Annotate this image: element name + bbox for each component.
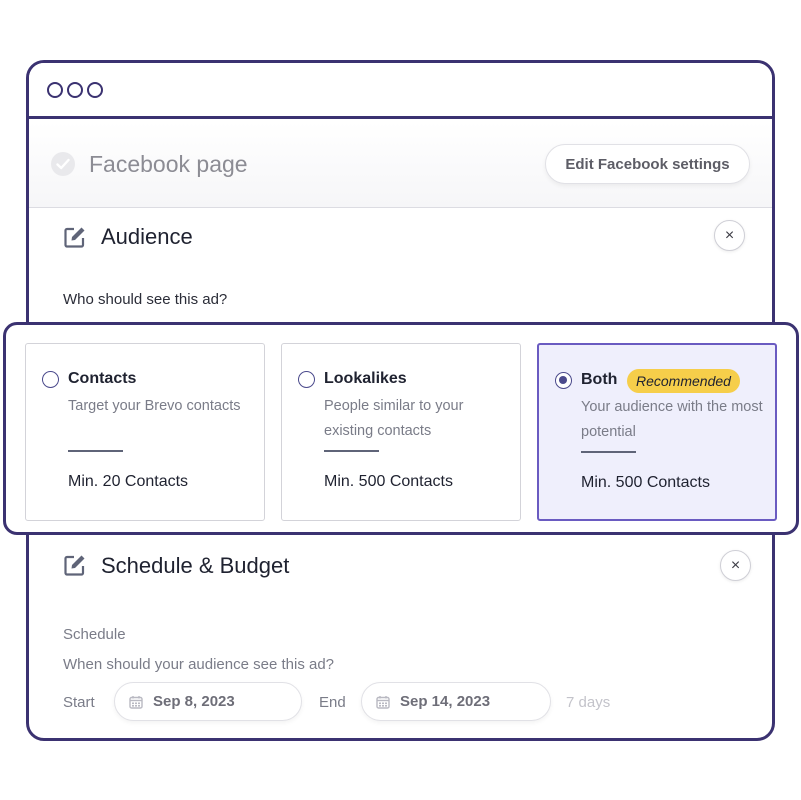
start-label: Start [63, 694, 95, 711]
audience-question: Who should see this ad? [63, 291, 228, 308]
end-label: End [319, 694, 346, 711]
audience-option-contacts[interactable]: Contacts Target your Brevo contacts Min.… [25, 343, 265, 521]
edit-icon [63, 553, 87, 577]
divider [68, 450, 123, 452]
schedule-budget-title: Schedule & Budget [101, 553, 290, 578]
start-date-field[interactable]: Sep 8, 2023 [114, 682, 302, 721]
radio-button[interactable] [298, 371, 315, 388]
recommended-badge: Recommended [627, 369, 740, 393]
audience-option-both[interactable]: Both Recommended Your audience with the … [537, 343, 777, 521]
facebook-page-row: Facebook page Edit Facebook settings [29, 122, 772, 208]
audience-options: Contacts Target your Brevo contacts Min.… [3, 322, 799, 535]
schedule-close-button[interactable]: × [720, 550, 751, 581]
edit-facebook-settings-button[interactable]: Edit Facebook settings [545, 144, 750, 184]
calendar-icon [129, 695, 143, 714]
radio-button-selected[interactable] [555, 372, 572, 389]
option-minimum: Min. 20 Contacts [68, 473, 189, 490]
window-titlebar [29, 63, 772, 119]
option-description: People similar to your existing contacts [324, 398, 464, 439]
window-control-icon[interactable] [67, 82, 83, 98]
calendar-icon [376, 695, 390, 714]
facebook-page-title: Facebook page [89, 151, 248, 177]
window-control-icon[interactable] [47, 82, 63, 98]
radio-button[interactable] [42, 371, 59, 388]
audience-title: Audience [101, 224, 193, 249]
option-minimum: Min. 500 Contacts [581, 474, 710, 491]
close-icon: × [730, 556, 741, 574]
option-description: Target your Brevo contacts [68, 398, 241, 414]
audience-close-button[interactable]: × [714, 220, 745, 251]
end-date-field[interactable]: Sep 14, 2023 [361, 682, 551, 721]
option-minimum: Min. 500 Contacts [324, 473, 453, 490]
option-description: Your audience with the most potential [581, 399, 763, 440]
schedule-label: Schedule [63, 626, 126, 643]
check-icon [51, 152, 75, 176]
close-icon: × [724, 226, 735, 244]
window-control-icon[interactable] [87, 82, 103, 98]
duration-text: 7 days [566, 694, 611, 711]
divider [324, 450, 379, 452]
option-title: Contacts [68, 370, 137, 387]
option-title: Both [581, 371, 618, 388]
option-title: Lookalikes [324, 370, 407, 387]
schedule-question: When should your audience see this ad? [63, 656, 335, 673]
start-date-value: Sep 8, 2023 [153, 693, 235, 710]
divider [581, 451, 636, 453]
audience-option-lookalikes[interactable]: Lookalikes People similar to your existi… [281, 343, 521, 521]
edit-icon [63, 225, 87, 249]
end-date-value: Sep 14, 2023 [400, 693, 491, 710]
